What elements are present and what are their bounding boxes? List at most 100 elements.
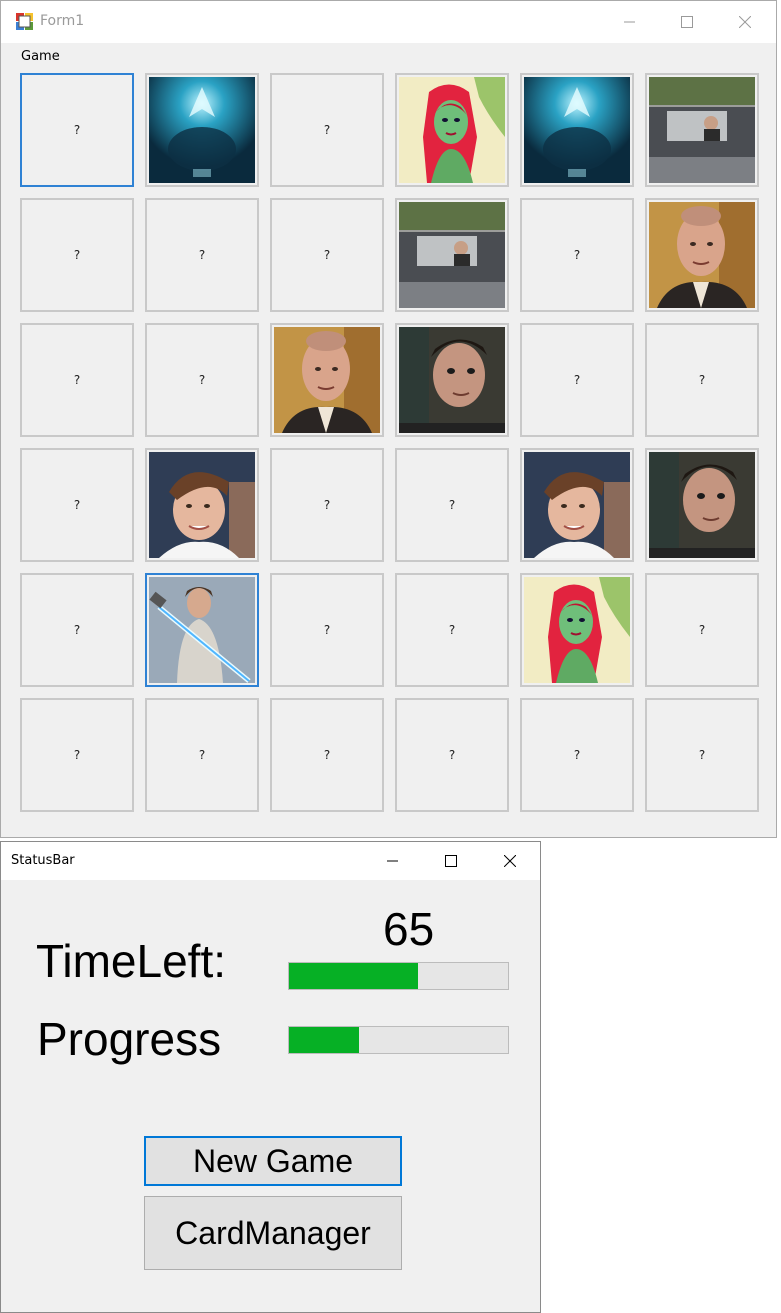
card-hidden[interactable]: ? bbox=[395, 573, 509, 687]
card-hidden[interactable]: ? bbox=[520, 323, 634, 437]
card-revealed-man[interactable] bbox=[270, 323, 384, 437]
card-image bbox=[149, 452, 255, 558]
card-hidden-label: ? bbox=[198, 248, 206, 262]
card-revealed-kid[interactable] bbox=[145, 448, 259, 562]
card-hidden-label: ? bbox=[73, 623, 81, 637]
card-revealed-car[interactable] bbox=[395, 198, 509, 312]
maximize-icon bbox=[445, 855, 457, 867]
card-hidden-label: ? bbox=[573, 248, 581, 262]
card-hidden[interactable]: ? bbox=[20, 73, 134, 187]
card-hidden[interactable]: ? bbox=[20, 698, 134, 812]
card-hidden[interactable]: ? bbox=[270, 573, 384, 687]
card-hidden[interactable]: ? bbox=[20, 323, 134, 437]
card-hidden-label: ? bbox=[573, 748, 581, 762]
card-hidden[interactable]: ? bbox=[645, 323, 759, 437]
card-hidden[interactable]: ? bbox=[395, 448, 509, 562]
card-hidden-label: ? bbox=[73, 123, 81, 137]
card-revealed-kid[interactable] bbox=[520, 448, 634, 562]
card-image bbox=[399, 77, 505, 183]
card-image bbox=[649, 202, 755, 308]
card-hidden[interactable]: ? bbox=[270, 198, 384, 312]
close-button[interactable] bbox=[481, 842, 539, 880]
card-image bbox=[399, 327, 505, 433]
form1-window: Form1 Game ? ? ??? ? ? ? ? ? ? ? ? ? ? ?… bbox=[0, 0, 777, 838]
statusbar-titlebar[interactable]: StatusBar bbox=[1, 842, 540, 880]
window-title: Form1 bbox=[40, 13, 85, 29]
minimize-icon bbox=[387, 860, 398, 862]
card-revealed-boy[interactable] bbox=[395, 323, 509, 437]
card-hidden-label: ? bbox=[323, 498, 331, 512]
card-manager-button[interactable]: CardManager bbox=[144, 1196, 402, 1270]
card-hidden[interactable]: ? bbox=[270, 73, 384, 187]
time-left-progressbar bbox=[288, 962, 509, 990]
card-revealed-man[interactable] bbox=[645, 198, 759, 312]
card-hidden-label: ? bbox=[323, 623, 331, 637]
card-hidden[interactable]: ? bbox=[20, 448, 134, 562]
card-image bbox=[524, 77, 630, 183]
card-revealed-boy[interactable] bbox=[645, 448, 759, 562]
card-hidden-label: ? bbox=[698, 373, 706, 387]
menu-bar: Game bbox=[1, 43, 776, 69]
close-icon bbox=[739, 16, 751, 28]
card-hidden-label: ? bbox=[448, 748, 456, 762]
card-revealed-spiral[interactable] bbox=[145, 73, 259, 187]
maximize-icon bbox=[681, 16, 693, 28]
card-hidden[interactable]: ? bbox=[520, 698, 634, 812]
card-hidden-label: ? bbox=[323, 748, 331, 762]
card-hidden-label: ? bbox=[448, 623, 456, 637]
statusbar-window: StatusBar 65 TimeLeft: Progress New Game… bbox=[0, 841, 541, 1313]
time-left-fill bbox=[289, 963, 419, 989]
close-icon bbox=[504, 855, 516, 867]
card-hidden[interactable]: ? bbox=[645, 698, 759, 812]
card-revealed-ivy[interactable] bbox=[520, 573, 634, 687]
time-left-label: TimeLeft: bbox=[36, 935, 227, 987]
card-image bbox=[399, 202, 505, 308]
progress-progressbar bbox=[288, 1026, 509, 1054]
card-hidden[interactable]: ? bbox=[270, 698, 384, 812]
card-hidden-label: ? bbox=[73, 373, 81, 387]
minimize-button[interactable] bbox=[364, 842, 422, 880]
card-hidden[interactable]: ? bbox=[145, 323, 259, 437]
card-hidden-label: ? bbox=[698, 623, 706, 637]
window-title: StatusBar bbox=[11, 853, 75, 868]
card-revealed-jedi[interactable] bbox=[145, 573, 259, 687]
card-hidden[interactable]: ? bbox=[20, 198, 134, 312]
card-hidden-label: ? bbox=[73, 248, 81, 262]
card-hidden[interactable]: ? bbox=[145, 198, 259, 312]
minimize-button[interactable] bbox=[601, 1, 659, 43]
card-hidden-label: ? bbox=[323, 123, 331, 137]
card-hidden-label: ? bbox=[323, 248, 331, 262]
minimize-icon bbox=[624, 21, 635, 23]
card-hidden[interactable]: ? bbox=[395, 698, 509, 812]
menu-game[interactable]: Game bbox=[21, 49, 60, 64]
card-image bbox=[149, 77, 255, 183]
card-image bbox=[274, 327, 380, 433]
progress-label: Progress bbox=[37, 1013, 222, 1065]
card-hidden[interactable]: ? bbox=[145, 698, 259, 812]
close-button[interactable] bbox=[716, 1, 774, 43]
card-hidden[interactable]: ? bbox=[645, 573, 759, 687]
card-revealed-car[interactable] bbox=[645, 73, 759, 187]
card-hidden-label: ? bbox=[698, 748, 706, 762]
maximize-button[interactable] bbox=[658, 1, 716, 43]
card-hidden-label: ? bbox=[198, 373, 206, 387]
card-image bbox=[649, 77, 755, 183]
card-revealed-ivy[interactable] bbox=[395, 73, 509, 187]
app-icon bbox=[16, 13, 33, 30]
card-image bbox=[524, 577, 630, 683]
card-hidden[interactable]: ? bbox=[520, 198, 634, 312]
card-hidden[interactable]: ? bbox=[270, 448, 384, 562]
time-left-value: 65 bbox=[383, 903, 435, 955]
card-hidden[interactable]: ? bbox=[20, 573, 134, 687]
card-image bbox=[649, 452, 755, 558]
maximize-button[interactable] bbox=[422, 842, 480, 880]
card-hidden-label: ? bbox=[573, 373, 581, 387]
form1-titlebar[interactable]: Form1 bbox=[1, 1, 776, 43]
card-hidden-label: ? bbox=[73, 748, 81, 762]
new-game-button[interactable]: New Game bbox=[144, 1136, 402, 1186]
card-hidden-label: ? bbox=[73, 498, 81, 512]
card-hidden-label: ? bbox=[448, 498, 456, 512]
card-revealed-spiral[interactable] bbox=[520, 73, 634, 187]
card-image bbox=[149, 577, 255, 683]
card-hidden-label: ? bbox=[198, 748, 206, 762]
